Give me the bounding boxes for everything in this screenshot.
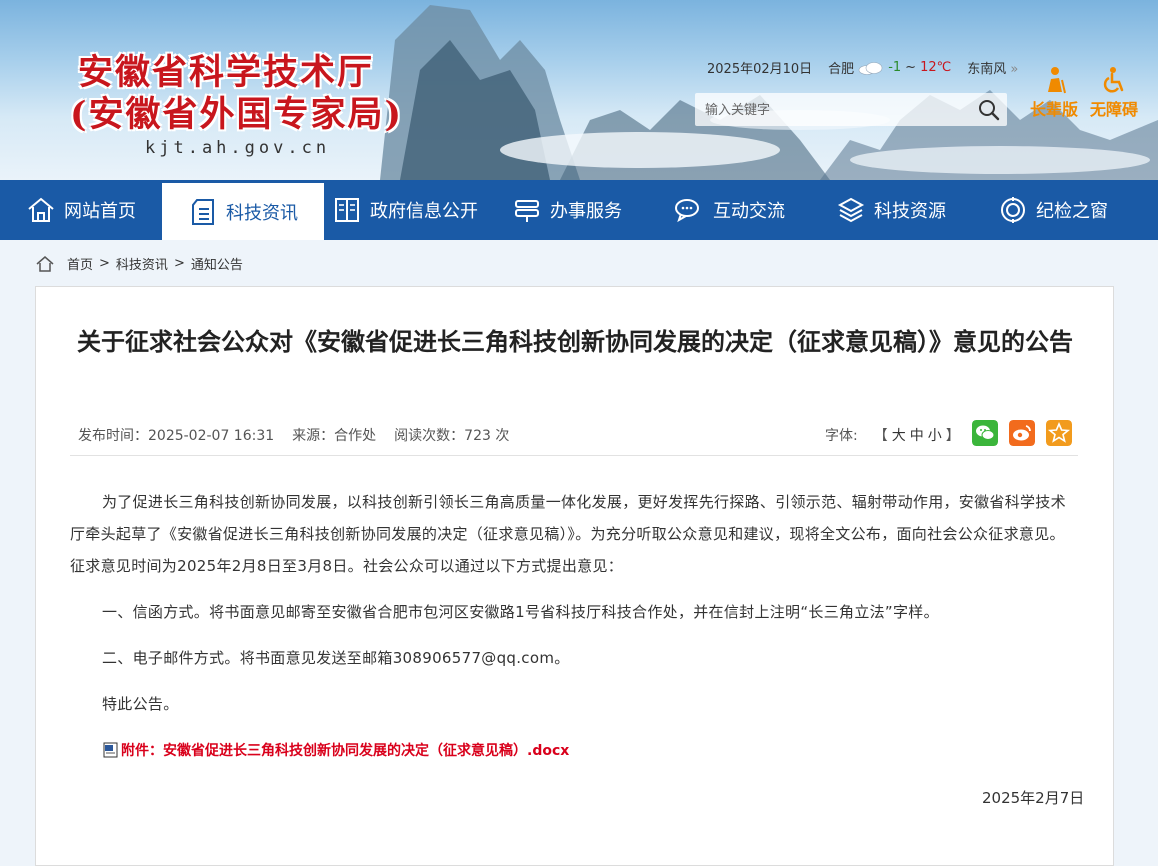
wind-direction: 东南风 [967,62,1007,77]
chat-icon [675,199,699,223]
site-title: 安徽省科学技术厅 (安徽省外国专家局) [70,52,403,136]
home-icon [36,255,54,272]
signature-date: 2025年2月7日 [982,789,1085,807]
site-title-line2: (安徽省外国专家局) [70,94,404,135]
accessibility-label: 无障碍 [1090,100,1139,119]
font-large-button[interactable]: 大 [892,425,906,445]
weather-bar: 2025年02月10日 合肥 -1 ~ 12℃ 东南风 » [707,58,1018,77]
wind-info[interactable]: 东南风 » [967,58,1018,77]
nav-label: 纪检之窗 [1036,201,1108,222]
temp-low: -1 [888,60,902,75]
nav-gov-info[interactable]: 政府信息公开 [324,180,486,240]
nav-label: 科技资源 [874,201,946,222]
wheelchair-icon [1103,67,1124,93]
nav-tech-news[interactable]: 科技资讯 [162,180,324,240]
nav-resources[interactable]: 科技资源 [810,180,972,240]
search-icon[interactable] [977,98,1001,122]
nav-label: 互动交流 [713,201,785,222]
font-medium-button[interactable]: 中 [910,425,924,445]
nav-interaction[interactable]: 互动交流 [648,180,810,240]
nav-label: 办事服务 [550,201,622,222]
article-paragraph-2: 一、信函方式。将书面意见邮寄至安徽省合肥市包河区安徽路1号省科技厅科技合作处，并… [102,603,939,621]
view-count: 阅读次数：723 次 [394,428,510,444]
site-header: 安徽省科学技术厅 (安徽省外国专家局) kjt.ah.gov.cn 2025年0… [0,0,1158,180]
current-date: 2025年02月10日 [707,62,813,77]
elder-icon [1048,67,1066,94]
font-size-control: 字体: 【 大 中 小 】 [825,425,960,445]
badge-icon [1001,197,1025,223]
temp-separator: ~ [905,60,917,75]
breadcrumb-separator: > [173,256,185,271]
publish-time: 发布时间：2025-02-07 16:31 [78,428,275,444]
nav-label: 网站首页 [64,201,136,222]
article-paragraph-3: 二、电子邮件方式。将书面意见发送至邮箱308906577@qq.com。 [102,649,570,667]
weather-info: 合肥 -1 ~ 12℃ [828,58,951,77]
article-meta: 发布时间：2025-02-07 16:31 来源：合作处 阅读次数：723 次 [78,425,509,445]
attachment-name: 附件：安徽省促进长三角科技创新协同发展的决定（征求意见稿）.docx [121,743,570,759]
font-size-label: 字体: [825,428,858,444]
article-source: 来源：合作处 [292,428,377,444]
main-nav: 网站首页 科技资讯 政府信息公开 办事服务 互动交流 科技资源 纪检之窗 [0,180,1158,240]
accessibility-button[interactable]: 无障碍 [1090,66,1138,120]
book-icon [335,198,359,222]
document-icon [192,198,214,225]
breadcrumb-tech-news[interactable]: 科技资讯 [116,254,168,273]
nav-services[interactable]: 办事服务 [486,180,648,240]
breadcrumb-notices[interactable]: 通知公告 [191,254,243,273]
temp-high: 12℃ [920,60,952,75]
service-icon [515,200,539,222]
wechat-share-button[interactable] [972,420,998,446]
weather-city: 合肥 [828,62,855,77]
font-small-button[interactable]: 小 [928,425,942,445]
breadcrumb-separator: > [99,256,110,271]
elder-mode-button[interactable]: 长辈版 [1030,66,1078,120]
nav-discipline[interactable]: 纪检之窗 [972,180,1134,240]
bracket-close: 】 [945,428,960,444]
article-paragraph-4: 特此公告。 [102,695,179,713]
search-input[interactable] [695,93,967,128]
cube-icon [837,197,865,223]
attachment-link[interactable]: 附件：安徽省促进长三角科技创新协同发展的决定（征求意见稿）.docx [103,740,569,760]
elder-mode-label: 长辈版 [1030,100,1079,119]
site-domain: kjt.ah.gov.cn [145,138,331,158]
nav-label: 科技资讯 [226,202,298,224]
article-paragraph-1: 为了促进长三角科技创新协同发展，以科技创新引领长三角高质量一体化发展，更好发挥先… [70,493,1066,575]
weibo-share-button[interactable] [1009,420,1035,446]
site-title-line1: 安徽省科学技术厅 [78,52,375,93]
nav-home[interactable]: 网站首页 [0,180,162,240]
breadcrumb-home[interactable]: 首页 [67,254,93,273]
article-title: 关于征求社会公众对《安徽省促进长三角科技创新协同发展的决定（征求意见稿）》意见的… [77,328,1073,356]
cloud-icon [858,61,883,75]
home-icon [28,197,54,222]
breadcrumb: 首页 > 科技资讯 > 通知公告 [35,254,243,273]
bracket-open: 【 [873,428,888,444]
chevron-right-icon: » [1010,62,1019,77]
nav-label: 政府信息公开 [370,201,478,222]
favorite-button[interactable] [1046,420,1072,446]
word-file-icon [103,742,118,758]
search-box [695,93,1007,128]
meta-divider [70,455,1078,456]
